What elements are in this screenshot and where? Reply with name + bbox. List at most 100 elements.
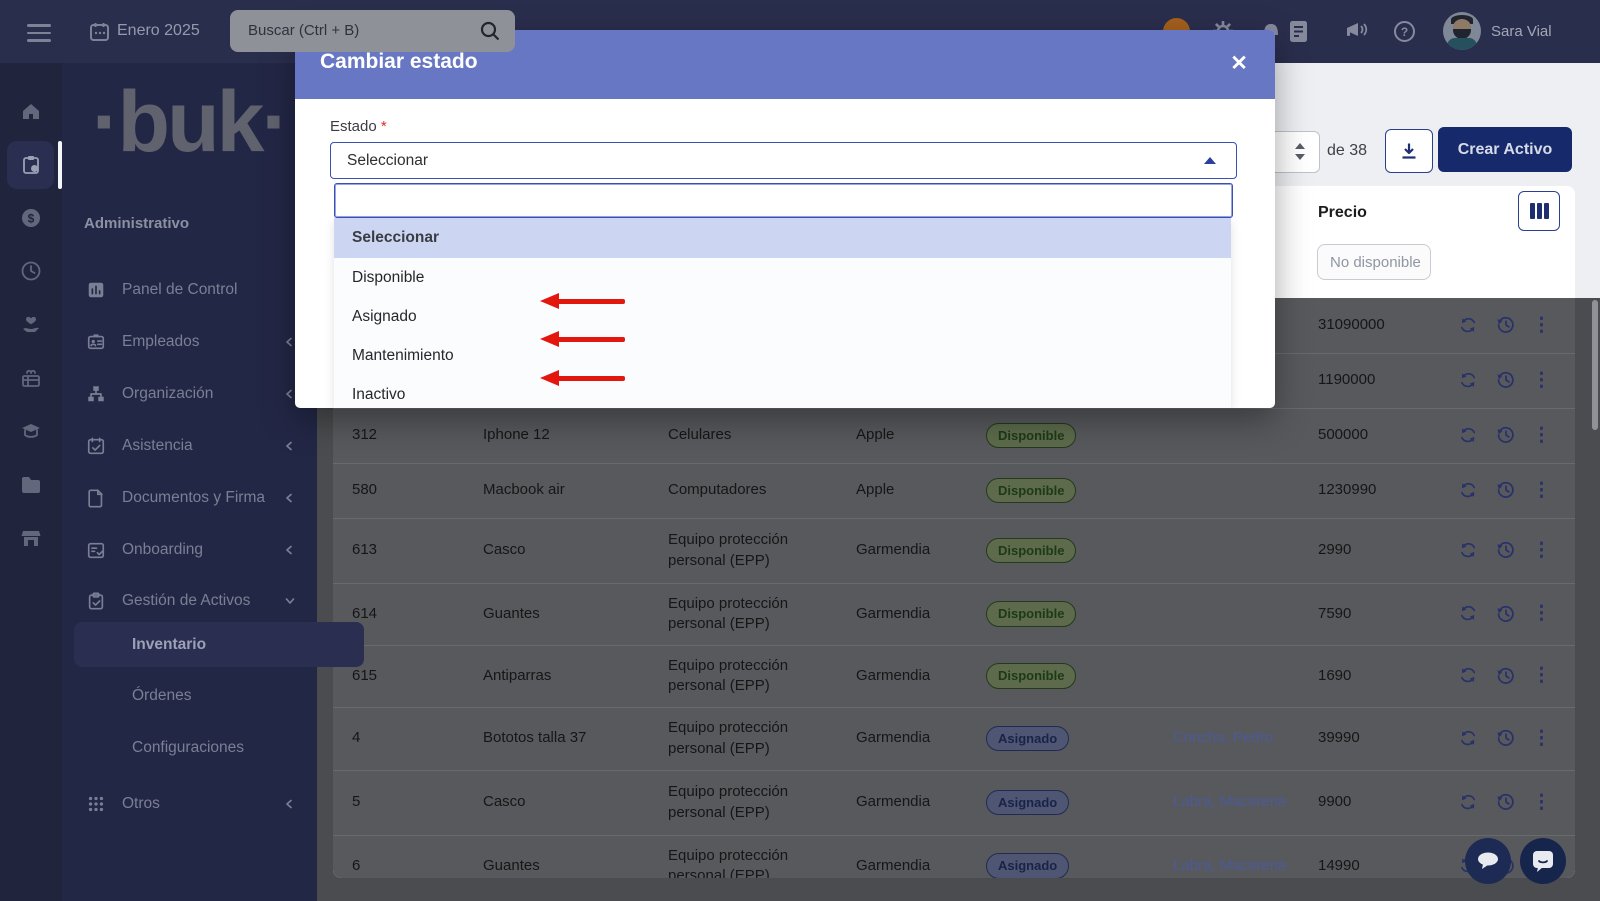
history-icon[interactable] (1493, 663, 1519, 689)
stepper-down-icon[interactable] (1295, 154, 1305, 160)
news-icon[interactable] (1288, 20, 1310, 43)
dropdown-option-mantenimiento[interactable]: Mantenimiento (334, 336, 1231, 375)
dropdown-option-inactivo[interactable]: Inactivo (334, 375, 1231, 408)
table-row[interactable]: 5 Casco Equipo protección personal (EPP)… (333, 770, 1575, 836)
kebab-icon[interactable]: ⋮ (1532, 726, 1551, 752)
cell-status: Disponible (986, 583, 1156, 645)
kebab-icon[interactable]: ⋮ (1532, 313, 1551, 339)
sync-icon[interactable] (1456, 663, 1482, 689)
sidebar-item-organizacion[interactable]: Organización (74, 377, 306, 411)
dropdown-option-asignado[interactable]: Asignado (334, 297, 1231, 336)
rail-folder-icon[interactable] (0, 461, 62, 509)
sync-icon[interactable] (1456, 538, 1482, 564)
history-icon[interactable] (1493, 790, 1519, 816)
status-badge: Asignado (986, 726, 1069, 752)
sidebar-item-gestion-de-activos[interactable]: Gestión de Activos (74, 584, 306, 618)
sidebar-item-configuraciones[interactable]: Configuraciones (74, 731, 364, 765)
columns-icon (1530, 203, 1535, 219)
stepper-up-icon[interactable] (1295, 143, 1305, 149)
dashboard-icon (86, 280, 106, 300)
document-icon (86, 488, 106, 508)
sidebar-item-otros[interactable]: Otros (74, 787, 306, 821)
column-header-precio[interactable]: Precio (1318, 204, 1367, 222)
table-row[interactable]: 580 Macbook air Computadores Apple Dispo… (333, 463, 1575, 519)
assigned-user-link[interactable]: Labra, Macarena (1173, 856, 1286, 876)
rail-training-icon[interactable] (0, 407, 62, 455)
history-icon[interactable] (1493, 478, 1519, 504)
sync-icon[interactable] (1456, 423, 1482, 449)
sidebar-item-documentos-y-firma[interactable]: Documentos y Firma (74, 481, 306, 515)
history-icon[interactable] (1493, 601, 1519, 627)
calendar-icon[interactable] (89, 21, 110, 42)
sidebar-item-empleados[interactable]: Empleados (74, 325, 306, 359)
search-input[interactable]: Buscar (Ctrl + B) (230, 10, 515, 52)
helpdesk-chat-button[interactable] (1520, 838, 1566, 884)
sidebar-item-asistencia[interactable]: Asistencia (74, 429, 306, 463)
history-icon[interactable] (1493, 726, 1519, 752)
sidebar-item-ordenes[interactable]: Órdenes (74, 679, 364, 713)
kebab-icon[interactable]: ⋮ (1532, 790, 1551, 816)
kebab-icon[interactable]: ⋮ (1532, 368, 1551, 394)
price-filter-input[interactable]: No disponible (1317, 244, 1431, 280)
cell-assigned (1173, 463, 1313, 518)
cell-category: Equipo protección personal (EPP) (668, 707, 848, 770)
cell-actions: ⋮ (1456, 353, 1551, 408)
history-icon[interactable] (1493, 423, 1519, 449)
crear-activo-button[interactable]: Crear Activo (1438, 127, 1572, 172)
buk-logo: ·buk· (62, 73, 317, 172)
sync-icon[interactable] (1456, 313, 1482, 339)
rail-store-icon[interactable] (0, 514, 62, 562)
history-icon[interactable] (1493, 538, 1519, 564)
table-row[interactable]: 6 Guantes Equipo protección personal (EP… (333, 835, 1575, 878)
help-icon[interactable]: ? (1393, 20, 1416, 43)
avatar[interactable] (1443, 12, 1481, 50)
cell-name: Casco (483, 518, 658, 583)
kebab-icon[interactable]: ⋮ (1532, 423, 1551, 449)
dropdown-search-input[interactable] (334, 183, 1233, 218)
chevron-left-icon (284, 544, 296, 556)
kebab-icon[interactable]: ⋮ (1532, 478, 1551, 504)
table-row[interactable]: 614 Guantes Equipo protección personal (… (333, 583, 1575, 646)
estado-select[interactable]: Seleccionar (330, 142, 1237, 179)
sync-icon[interactable] (1456, 478, 1482, 504)
user-name[interactable]: Sara Vial (1491, 23, 1552, 40)
sync-icon[interactable] (1456, 601, 1482, 627)
rail-home-icon[interactable] (0, 88, 62, 136)
scrollbar-thumb[interactable] (1592, 300, 1598, 430)
table-row[interactable]: 4 Bototos talla 37 Equipo protección per… (333, 707, 1575, 771)
dropdown-option-disponible[interactable]: Disponible (334, 258, 1231, 297)
sidebar-item-onboarding[interactable]: Onboarding (74, 533, 306, 567)
assigned-user-link[interactable]: Concha, Pedro (1173, 728, 1273, 748)
table-row[interactable]: 615 Antiparras Equipo protección persona… (333, 645, 1575, 708)
dropdown-option-seleccionar[interactable]: Seleccionar (334, 218, 1231, 258)
assigned-user-link[interactable]: Labra, Macarena (1173, 792, 1286, 812)
sidebar-item-panel-de-control[interactable]: Panel de Control (74, 273, 306, 307)
sync-icon[interactable] (1456, 368, 1482, 394)
cell-assigned: Labra, Macarena (1173, 770, 1313, 835)
rail-money-icon[interactable]: $ (0, 194, 62, 242)
rail-assets-clipboard-icon[interactable] (0, 141, 62, 189)
history-icon[interactable] (1493, 313, 1519, 339)
kebab-icon[interactable]: ⋮ (1532, 601, 1551, 627)
close-icon[interactable]: ✕ (1225, 49, 1253, 77)
history-icon[interactable] (1493, 368, 1519, 394)
sync-icon[interactable] (1456, 726, 1482, 752)
rail-clock-icon[interactable] (0, 247, 62, 295)
rail-benefits-hand-heart-icon[interactable] (0, 301, 62, 349)
megaphone-icon[interactable] (1344, 19, 1370, 44)
sidebar-item-inventario[interactable]: Inventario (74, 622, 364, 667)
download-button[interactable] (1385, 129, 1433, 173)
status-badge: Disponible (986, 423, 1076, 449)
kebab-icon[interactable]: ⋮ (1532, 663, 1551, 689)
chat-bubble-button[interactable] (1465, 838, 1511, 884)
period-label[interactable]: Enero 2025 (117, 22, 200, 40)
menu-icon[interactable] (27, 24, 51, 42)
table-row[interactable]: 613 Casco Equipo protección personal (EP… (333, 518, 1575, 584)
status-badge: Disponible (986, 478, 1076, 504)
sync-icon[interactable] (1456, 790, 1482, 816)
cell-name: Antiparras (483, 645, 658, 707)
column-settings-button[interactable] (1518, 191, 1560, 231)
kebab-icon[interactable]: ⋮ (1532, 538, 1551, 564)
table-row[interactable]: 312 Iphone 12 Celulares Apple Disponible… (333, 408, 1575, 464)
rail-gift-icon[interactable] (0, 354, 62, 402)
